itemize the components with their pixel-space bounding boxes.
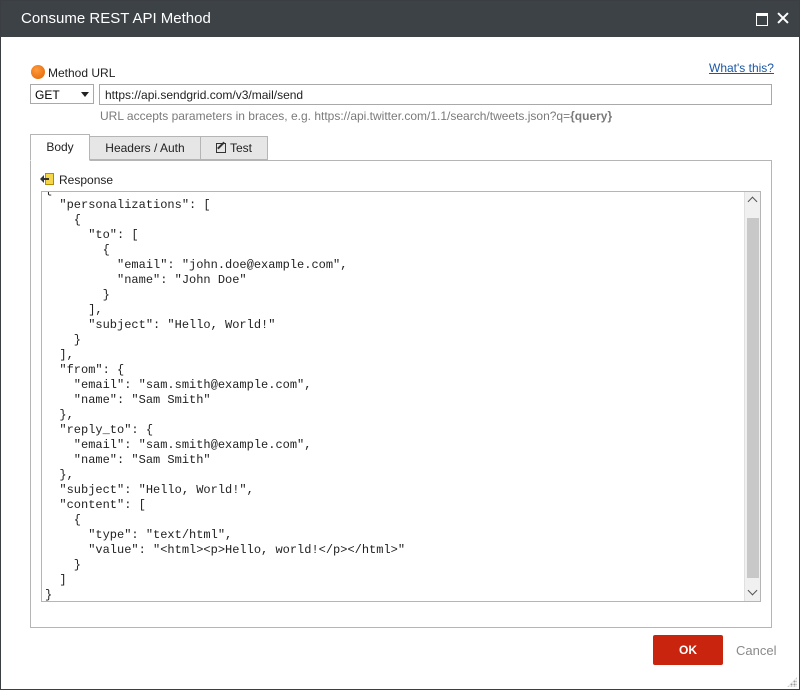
tab-test-label: Test [229, 141, 252, 155]
url-hint-text: URL accepts parameters in braces, e.g. h… [100, 109, 571, 123]
close-icon[interactable] [774, 9, 792, 27]
url-hint: URL accepts parameters in braces, e.g. h… [100, 109, 612, 123]
tab-body-label: Body [46, 140, 74, 154]
method-url-label: Method URL [48, 66, 116, 80]
dialog-title: Consume REST API Method [21, 10, 211, 27]
scroll-down-icon[interactable] [748, 588, 756, 596]
request-body-editor[interactable]: { "personalizations": [ { "to": [ { "ema… [41, 191, 761, 602]
title-bar[interactable]: Consume REST API Method [1, 1, 799, 37]
url-hint-param: {query} [570, 109, 613, 123]
tab-headers-auth-label: Headers / Auth [105, 141, 185, 155]
scroll-up-icon[interactable] [748, 196, 756, 204]
url-input-value: https://api.sendgrid.com/v3/mail/send [105, 88, 304, 102]
http-method-value: GET [35, 88, 60, 102]
tab-body[interactable]: Body [30, 134, 90, 161]
url-input[interactable]: https://api.sendgrid.com/v3/mail/send [99, 84, 772, 105]
ok-button[interactable]: OK [653, 635, 723, 665]
maximize-icon[interactable] [753, 9, 771, 27]
request-body-code[interactable]: { "personalizations": [ { "to": [ { "ema… [45, 192, 405, 601]
required-dot-icon [31, 65, 45, 79]
scrollbar-thumb[interactable] [747, 218, 759, 578]
vertical-scrollbar[interactable] [744, 192, 760, 601]
http-method-select[interactable]: GET [30, 84, 94, 104]
edit-icon [215, 143, 226, 153]
response-label: Response [59, 173, 114, 187]
whats-this-link[interactable]: What's this? [709, 61, 774, 75]
chevron-down-icon [81, 92, 89, 97]
response-icon [40, 173, 54, 185]
tab-test[interactable]: Test [200, 136, 268, 160]
body-panel: Response { "personalizations": [ { "to":… [30, 160, 772, 628]
resize-grip-icon[interactable] [787, 677, 797, 687]
rest-api-dialog: Consume REST API Method What's this? Met… [0, 0, 800, 690]
cancel-button[interactable]: Cancel [736, 643, 776, 658]
tab-headers-auth[interactable]: Headers / Auth [89, 136, 201, 160]
